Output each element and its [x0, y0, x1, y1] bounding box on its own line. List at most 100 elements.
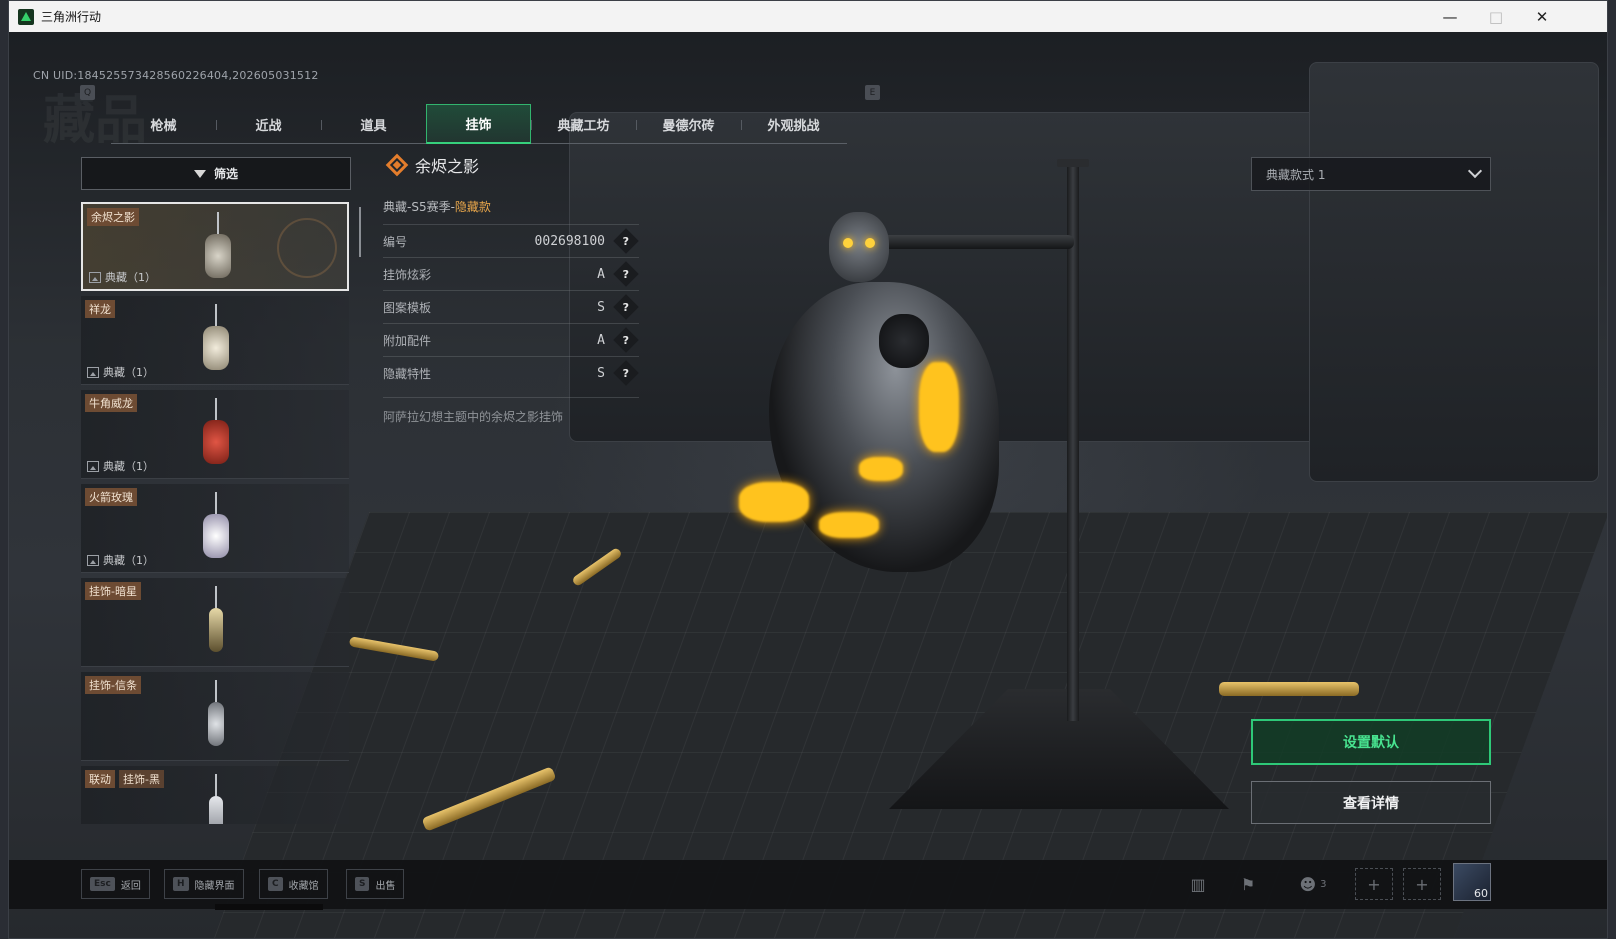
item-tag: 典藏（1）: [87, 552, 154, 568]
add-slot-button[interactable]: +: [1403, 868, 1441, 900]
charm-skull: [829, 212, 889, 282]
list-scrollbar[interactable]: [359, 207, 361, 257]
tab-charms[interactable]: 挂饰: [426, 104, 531, 144]
item-tag: 典藏（1）: [87, 458, 154, 474]
charm-thumbnail: [201, 212, 235, 286]
hotkey-sell[interactable]: S 出售: [346, 869, 405, 899]
bottom-strip: [215, 904, 323, 910]
help-icon[interactable]: ?: [613, 360, 639, 386]
next-tab-key[interactable]: E: [865, 85, 880, 100]
charm-glow: [819, 512, 879, 538]
charm-thumbnail: [199, 586, 233, 660]
hotkey-label: 出售: [375, 880, 396, 892]
maximize-button[interactable]: □: [1473, 1, 1519, 32]
prev-tab-key[interactable]: Q: [80, 85, 95, 100]
tab-appearance-challenge[interactable]: 外观挑战: [741, 104, 846, 144]
image-icon: [89, 271, 101, 283]
style-dropdown[interactable]: 典藏款式 1: [1251, 157, 1491, 191]
view-detail-button[interactable]: 查看详情: [1251, 781, 1491, 824]
set-default-button[interactable]: 设置默认: [1251, 719, 1491, 765]
help-icon[interactable]: ?: [613, 327, 639, 353]
item-name: 挂饰-暗星: [85, 582, 141, 600]
help-icon[interactable]: ?: [613, 261, 639, 287]
background-crate-right: [1309, 62, 1599, 482]
attr-label: 附加配件: [383, 333, 432, 348]
display-stand-cap: [1057, 159, 1089, 167]
charm-model[interactable]: [729, 202, 1019, 592]
attr-value: A: [597, 332, 605, 348]
list-item[interactable]: 挂饰-信条: [81, 672, 349, 761]
help-icon[interactable]: ?: [613, 228, 639, 254]
attr-row: 隐藏特性 S ?: [383, 356, 639, 389]
list-item[interactable]: 余烬之影 典藏（1）: [81, 202, 349, 291]
help-icon[interactable]: ?: [613, 294, 639, 320]
game-window: 三角洲行动 — □ ✕ 藏品 CN UID:184525573428560226…: [8, 0, 1608, 939]
tab-mandel-brick[interactable]: 曼德尔砖: [636, 104, 741, 144]
image-icon: [87, 554, 99, 566]
list-item[interactable]: 牛角威龙 典藏（1）: [81, 390, 349, 479]
charm-thumbnail: [199, 680, 233, 754]
detail-panel: 余烬之影 典藏-S5赛季-隐藏款 编号 002698100 ? 挂饰炫彩 A ?…: [383, 146, 639, 425]
subtitle-prefix: 典藏-S5赛季-: [383, 200, 455, 214]
stats-icon[interactable]: ▥: [1187, 874, 1209, 894]
detail-description: 阿萨拉幻想主题中的余烬之影挂饰: [383, 397, 639, 425]
chevron-down-icon: [1467, 163, 1483, 179]
attr-value: 002698100: [534, 233, 605, 249]
category-tabs: 枪械 近战 道具 挂饰 典藏工坊 曼德尔砖 外观挑战: [111, 104, 847, 144]
list-item[interactable]: 联动 挂饰-黑: [81, 766, 349, 824]
charm-thumbnail: [199, 492, 233, 566]
item-name: 祥龙: [85, 300, 115, 318]
attr-row: 编号 002698100 ?: [383, 224, 639, 257]
item-name: 牛角威龙: [85, 394, 137, 412]
hotkey-key: S: [355, 877, 370, 891]
filter-button[interactable]: 筛选: [81, 157, 351, 190]
charm-thumbnail: [199, 304, 233, 378]
flag-icon[interactable]: ⚑: [1237, 874, 1259, 894]
hotkey-back[interactable]: Esc 返回: [81, 869, 150, 899]
item-name: 余烬之影: [87, 208, 139, 226]
item-name: 火箭玫瑰: [85, 488, 137, 506]
hotkey-key: Esc: [90, 877, 115, 891]
list-item[interactable]: 火箭玫瑰 典藏（1）: [81, 484, 349, 573]
bullet-prop: [1219, 682, 1359, 696]
party-icon[interactable]: ☻ 3: [1293, 874, 1333, 894]
item-name: 挂饰-信条: [85, 676, 141, 694]
list-item[interactable]: 祥龙 典藏（1）: [81, 296, 349, 385]
attr-row: 挂饰炫彩 A ?: [383, 257, 639, 290]
filter-label: 筛选: [213, 167, 238, 181]
image-icon: [87, 460, 99, 472]
image-icon: [87, 366, 99, 378]
charm-glow: [859, 457, 903, 481]
attr-row: 附加配件 A ?: [383, 323, 639, 356]
charm-glow: [739, 482, 809, 522]
filter-icon: [193, 169, 206, 178]
item-name-secondary: 挂饰-黑: [119, 770, 164, 788]
tab-items[interactable]: 道具: [321, 104, 426, 144]
hotkey-collection[interactable]: C 收藏馆: [259, 869, 328, 899]
item-tag-text: 典藏（1）: [103, 460, 154, 473]
item-tag: 典藏（1）: [89, 269, 156, 285]
add-slot-button[interactable]: +: [1355, 868, 1393, 900]
tab-collection-workshop[interactable]: 典藏工坊: [531, 104, 636, 144]
item-tag: 典藏（1）: [87, 364, 154, 380]
party-count: 3: [1320, 878, 1327, 890]
tab-melee[interactable]: 近战: [216, 104, 321, 144]
detail-subtitle: 典藏-S5赛季-隐藏款: [383, 198, 639, 224]
style-dropdown-value: 典藏款式 1: [1266, 167, 1326, 182]
player-level: 60: [1474, 887, 1488, 900]
item-tag-text: 典藏（1）: [103, 366, 154, 379]
minimize-button[interactable]: —: [1427, 1, 1473, 32]
charm-face: [879, 314, 929, 368]
hotkey-hide-ui[interactable]: H 隐藏界面: [164, 869, 244, 899]
window-title: 三角洲行动: [41, 10, 102, 24]
detail-title: 余烬之影: [415, 157, 480, 176]
attr-label: 图案模板: [383, 300, 432, 315]
list-item[interactable]: 挂饰-暗星: [81, 578, 349, 667]
tab-guns[interactable]: 枪械: [111, 104, 216, 144]
close-button[interactable]: ✕: [1519, 1, 1565, 32]
player-avatar[interactable]: 60: [1453, 863, 1491, 901]
charm-glow: [919, 362, 959, 452]
attr-label: 隐藏特性: [383, 366, 432, 381]
charm-thumbnail: [199, 398, 233, 472]
attr-value: A: [597, 266, 605, 282]
